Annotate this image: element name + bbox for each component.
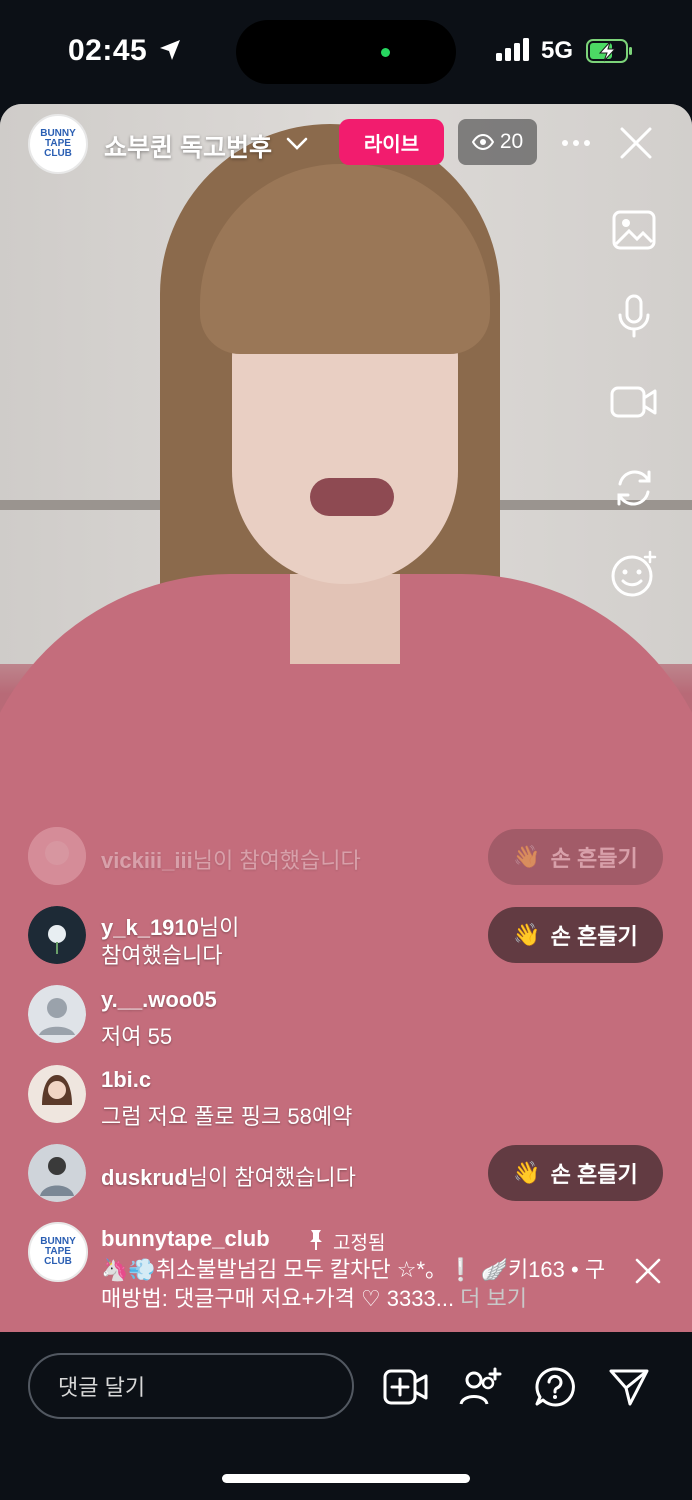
comment-text: 님이 참여했습니다: [192, 848, 361, 873]
viewer-count: 20: [499, 130, 524, 153]
pin-icon: [310, 1230, 322, 1250]
add-video-icon[interactable]: [381, 1362, 431, 1412]
network-type: 5G: [541, 37, 574, 64]
pinned-message-text: 매방법: 댓글구매 저요+가격 ♡ 3333...: [101, 1286, 455, 1311]
wave-label: 손 흔들기: [550, 1162, 638, 1187]
comment-placeholder: 댓글 달기: [58, 1375, 146, 1400]
wave-label: 손 흔들기: [550, 924, 638, 949]
comment-username[interactable]: duskrud: [101, 1165, 188, 1190]
comment-username[interactable]: 1bi.c: [101, 1067, 151, 1093]
comment-text-line2: 참여했습니다: [101, 943, 223, 968]
comment-input[interactable]: 댓글 달기: [28, 1353, 354, 1419]
question-icon[interactable]: [530, 1362, 580, 1412]
flip-camera-icon[interactable]: [610, 464, 658, 512]
pinned-message-line2: 매방법: 댓글구매 저요+가격 ♡ 3333... 더 보기: [101, 1284, 621, 1313]
comment-username[interactable]: y_k_1910: [101, 915, 199, 940]
camera-indicator-icon: [381, 48, 390, 57]
host-avatar-text: BUNNY TAPE CLUB: [40, 128, 76, 159]
wave-button[interactable]: 👋 손 흔들기: [488, 1145, 663, 1201]
viewer-count-badge[interactable]: 20: [458, 119, 537, 165]
pinned-username[interactable]: bunnytape_club: [101, 1226, 270, 1252]
comment-text: 저여 55: [101, 1024, 173, 1049]
comment-text: 님이: [198, 915, 240, 940]
comment-username[interactable]: y.__.woo05: [101, 987, 217, 1013]
pinned-label: 고정됨: [333, 1233, 386, 1254]
waving-hand-icon: 👋: [513, 1160, 541, 1185]
battery-charging-icon: [586, 39, 632, 63]
close-icon[interactable]: [619, 126, 653, 160]
more-options-icon[interactable]: [561, 134, 591, 152]
chevron-down-icon[interactable]: [285, 133, 309, 153]
signal-icon: [496, 38, 529, 61]
host-name[interactable]: 쇼부퀸 독고번후: [104, 128, 272, 164]
status-time: 02:45: [68, 34, 148, 67]
comment-avatar[interactable]: [28, 1065, 86, 1123]
comment-item: 1bi.c 그럼 저요 폴로 핑크 58예약: [28, 1065, 628, 1129]
comment-text: 그럼 저요 폴로 핑크 58예약: [101, 1104, 353, 1129]
wave-button[interactable]: 👋 손 흔들기: [488, 829, 663, 885]
comment-text: 님이 참여했습니다: [187, 1165, 356, 1190]
close-pinned-icon[interactable]: [634, 1257, 662, 1285]
pinned-avatar-text: BUNNY TAPE CLUB: [40, 1236, 76, 1267]
image-icon[interactable]: [610, 206, 658, 254]
face-effects-icon[interactable]: [610, 550, 658, 598]
host-avatar[interactable]: BUNNY TAPE CLUB: [28, 114, 88, 174]
location-arrow-icon: [160, 40, 180, 60]
waving-hand-icon: 👋: [513, 844, 541, 869]
live-badge: 라이브: [339, 119, 444, 165]
add-guest-icon[interactable]: [455, 1362, 505, 1412]
eye-icon: [471, 134, 494, 150]
pinned-message-line1: 🦄💨취소불발넘김 모두 칼차단 ☆*。❕ 🪽키163 • 구: [101, 1257, 606, 1282]
comment-avatar[interactable]: [28, 985, 86, 1043]
comment-item: y.__.woo05 저여 55: [28, 985, 628, 1049]
streamer-neck: [290, 574, 400, 664]
dynamic-island: [236, 20, 456, 84]
pinned-avatar[interactable]: BUNNY TAPE CLUB: [28, 1222, 88, 1282]
streamer-lips: [310, 478, 394, 516]
send-icon[interactable]: [604, 1362, 654, 1412]
video-camera-icon[interactable]: [610, 378, 658, 426]
comment-username-text: vickiii_iii: [101, 848, 193, 873]
wave-button[interactable]: 👋 손 흔들기: [488, 907, 663, 963]
comment-avatar[interactable]: [28, 1144, 86, 1202]
home-indicator[interactable]: [222, 1474, 470, 1483]
comment-avatar[interactable]: [28, 906, 86, 964]
see-more-link[interactable]: 더 보기: [454, 1286, 527, 1311]
wave-label: 손 흔들기: [550, 846, 638, 871]
microphone-icon[interactable]: [610, 292, 658, 340]
waving-hand-icon: 👋: [513, 922, 541, 947]
comment-avatar[interactable]: [28, 827, 86, 885]
status-bar: 02:45 5G: [0, 0, 692, 104]
comment-username[interactable]: vickiii_iii님이 참여했습니다: [101, 843, 361, 875]
